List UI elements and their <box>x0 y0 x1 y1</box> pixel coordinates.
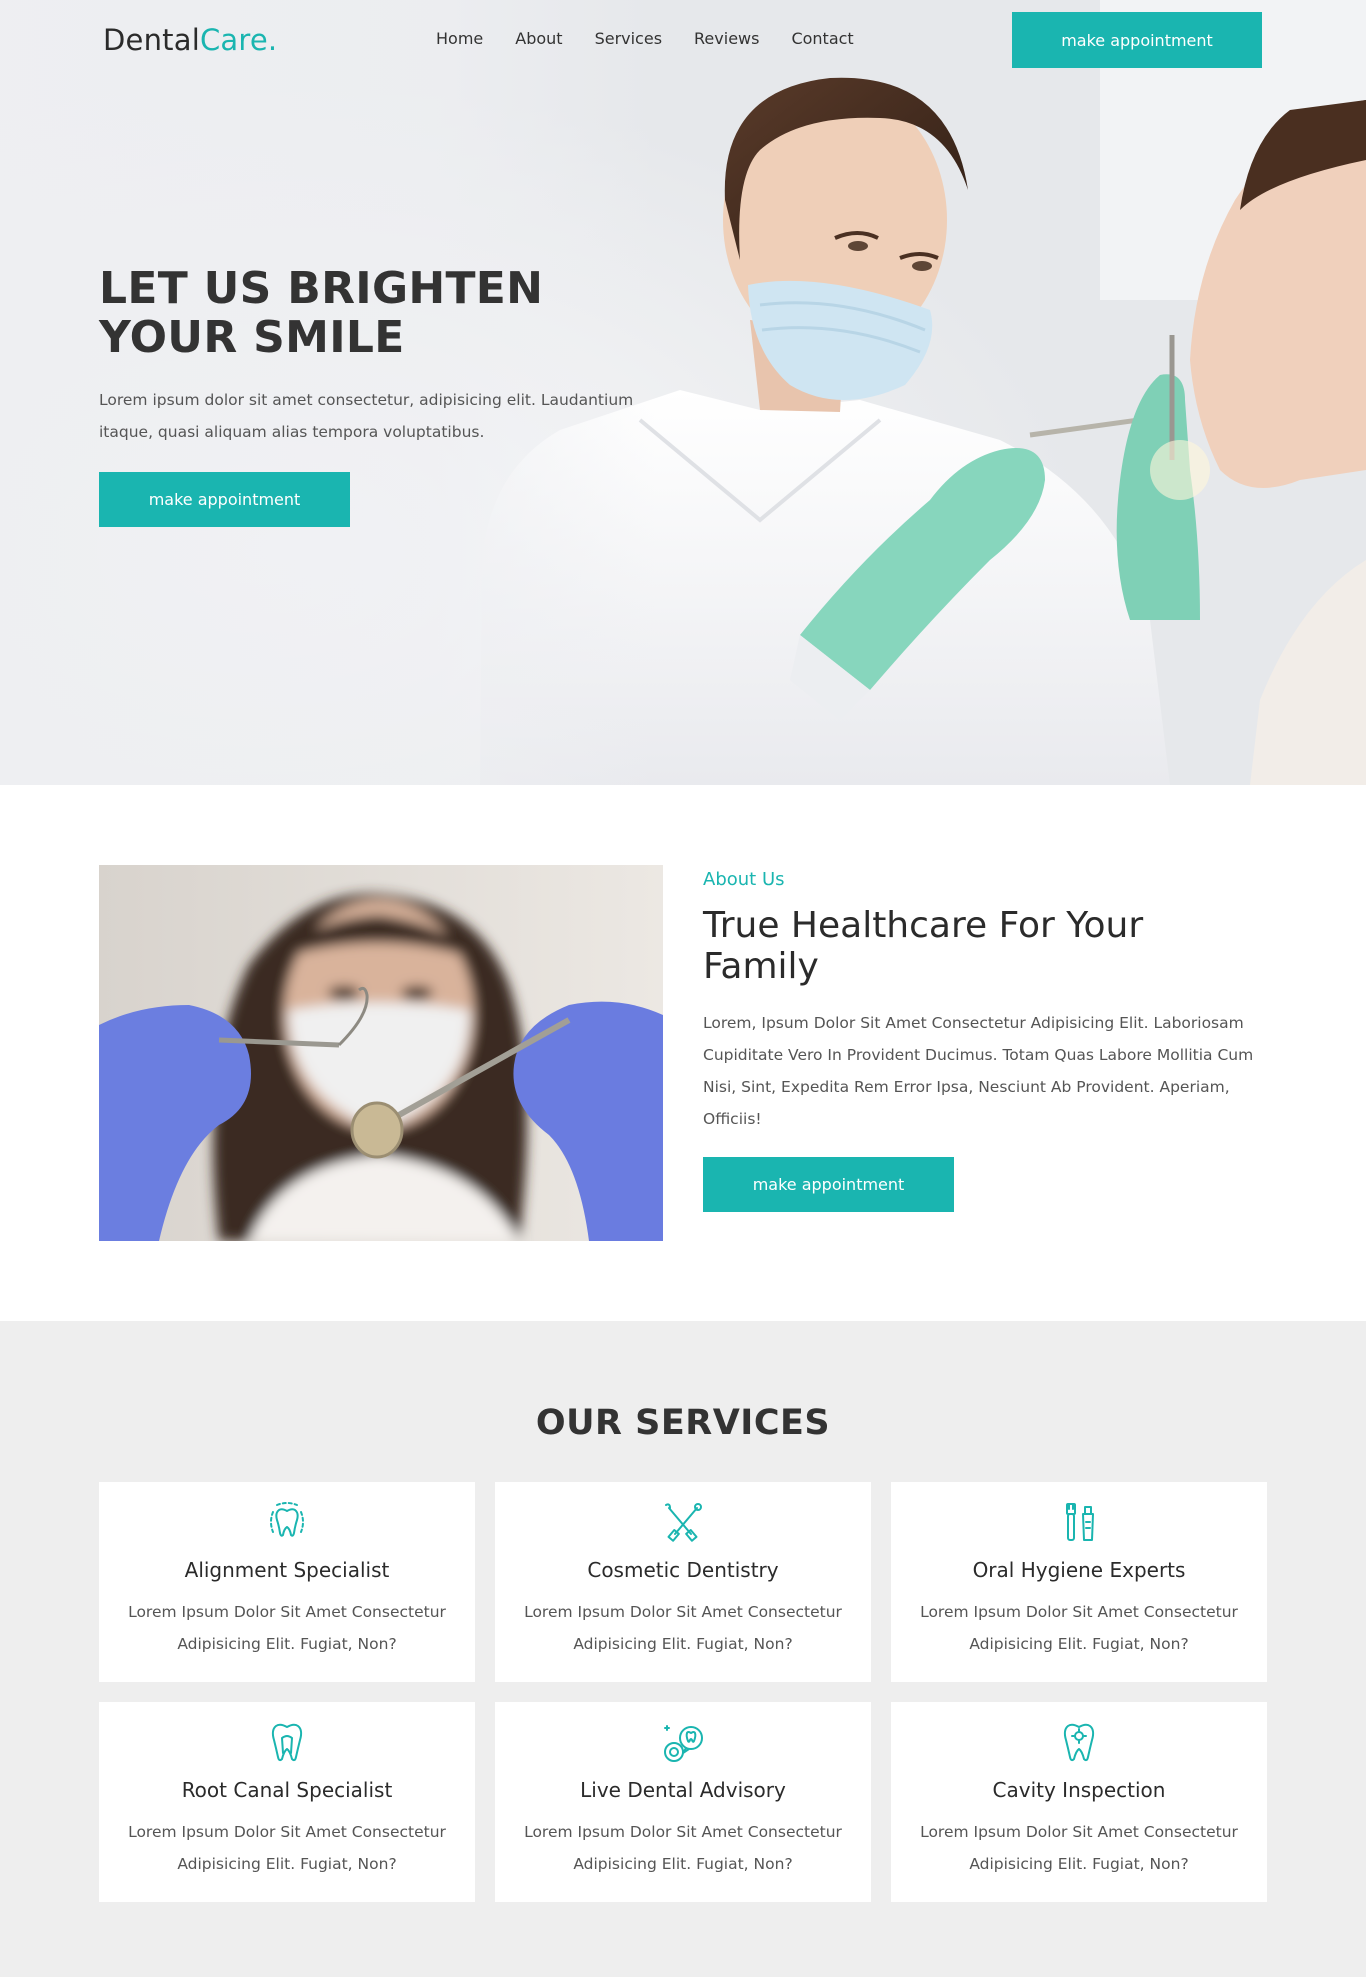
navbar: DentalCare. Home About Services Reviews … <box>0 0 1366 80</box>
nav-link-about[interactable]: About <box>515 26 562 52</box>
tooth-alignment-icon <box>270 1502 304 1537</box>
about-eyebrow: About Us <box>703 869 785 890</box>
about-content: About Us True Healthcare For Your Family… <box>703 867 1263 1212</box>
about-dentist-photo <box>99 865 663 1241</box>
nav-link-contact[interactable]: Contact <box>791 26 853 52</box>
dental-tools-icon <box>665 1503 702 1542</box>
hero-make-appointment-button[interactable]: make appointment <box>99 472 350 527</box>
dental-advisory-chat-icon <box>664 1725 703 1762</box>
service-card-hygiene[interactable]: Oral Hygiene Experts Lorem Ipsum Dolor S… <box>891 1482 1267 1682</box>
service-description: Lorem Ipsum Dolor Sit Amet Consectetur A… <box>524 1823 842 1873</box>
about-title: True Healthcare For Your Family <box>703 905 1144 987</box>
services-section: OUR SERVICES Alignment Specialist Lorem … <box>0 1321 1366 1977</box>
hero-title: LET US BRIGHTEN YOUR SMILE <box>99 263 544 363</box>
service-description: Lorem Ipsum Dolor Sit Amet Consectetur A… <box>128 1823 446 1873</box>
nav-link-services[interactable]: Services <box>595 26 662 52</box>
service-title: Cosmetic Dentistry <box>587 1558 779 1582</box>
services-grid: Alignment Specialist Lorem Ipsum Dolor S… <box>99 1482 1267 1902</box>
service-card-cavity[interactable]: Cavity Inspection Lorem Ipsum Dolor Sit … <box>891 1702 1267 1902</box>
service-title: Oral Hygiene Experts <box>972 1558 1186 1582</box>
tooth-root-icon <box>271 1723 303 1762</box>
service-title: Alignment Specialist <box>184 1558 390 1582</box>
service-card-cosmetic[interactable]: Cosmetic Dentistry Lorem Ipsum Dolor Sit… <box>495 1482 871 1682</box>
about-body: Lorem, Ipsum Dolor Sit Amet Consectetur … <box>703 1014 1254 1128</box>
logo-primary-text: Dental <box>103 23 200 57</box>
hero-text: Lorem ipsum dolor sit amet consectetur, … <box>99 391 634 441</box>
service-description: Lorem Ipsum Dolor Sit Amet Consectetur A… <box>920 1603 1238 1653</box>
services-heading: OUR SERVICES <box>535 1403 831 1443</box>
service-title: Live Dental Advisory <box>580 1778 786 1802</box>
nav-link-reviews[interactable]: Reviews <box>694 26 759 52</box>
logo-accent-text: Care. <box>199 23 278 57</box>
service-card-root-canal[interactable]: Root Canal Specialist Lorem Ipsum Dolor … <box>99 1702 475 1902</box>
service-title: Cavity Inspection <box>992 1778 1166 1802</box>
service-description: Lorem Ipsum Dolor Sit Amet Consectetur A… <box>920 1823 1238 1873</box>
toothbrush-paste-icon <box>1066 1503 1094 1541</box>
service-card-advisory[interactable]: Live Dental Advisory Lorem Ipsum Dolor S… <box>495 1702 871 1902</box>
service-title: Root Canal Specialist <box>181 1778 393 1802</box>
about-section: About Us True Healthcare For Your Family… <box>0 785 1366 1321</box>
nav-make-appointment-button[interactable]: make appointment <box>1012 12 1262 68</box>
service-description: Lorem Ipsum Dolor Sit Amet Consectetur A… <box>524 1603 842 1653</box>
service-card-alignment[interactable]: Alignment Specialist Lorem Ipsum Dolor S… <box>99 1482 475 1682</box>
nav-links: Home About Services Reviews Contact <box>436 26 854 52</box>
site-logo[interactable]: DentalCare. <box>103 20 277 60</box>
about-make-appointment-button[interactable]: make appointment <box>703 1157 954 1212</box>
hero-content: LET US BRIGHTEN YOUR SMILE Lorem ipsum d… <box>99 264 659 527</box>
nav-link-home[interactable]: Home <box>436 26 483 52</box>
service-description: Lorem Ipsum Dolor Sit Amet Consectetur A… <box>128 1603 446 1653</box>
tooth-inspection-icon <box>1063 1723 1095 1762</box>
hero-section: DentalCare. Home About Services Reviews … <box>0 0 1366 785</box>
